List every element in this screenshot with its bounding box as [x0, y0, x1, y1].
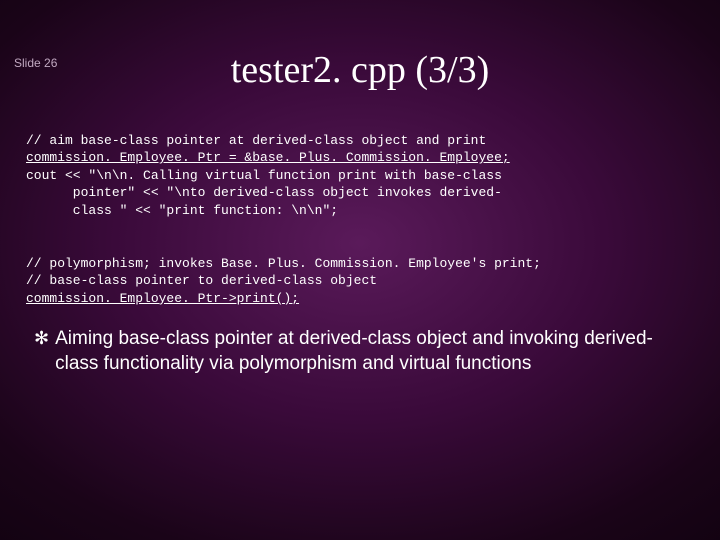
slide-number: Slide 26	[14, 56, 57, 70]
code-block-1: // aim base-class pointer at derived-cla…	[26, 114, 694, 219]
bullet-item: ✻ Aiming base-class pointer at derived-c…	[34, 327, 686, 376]
code-line: commission. Employee. Ptr = &base. Plus.…	[26, 150, 510, 165]
bullet-text: Aiming base-class pointer at derived-cla…	[55, 327, 686, 376]
code-block-2: // polymorphism; invokes Base. Plus. Com…	[26, 237, 694, 307]
slide-title: tester2. cpp (3/3)	[0, 48, 720, 92]
code-line: class " << "print function: \n\n";	[26, 203, 338, 218]
code-line: cout << "\n\n. Calling virtual function …	[26, 168, 502, 183]
code-line: // polymorphism; invokes Base. Plus. Com…	[26, 256, 541, 271]
code-line: commission. Employee. Ptr->print();	[26, 291, 299, 306]
code-line: pointer" << "\nto derived-class object i…	[26, 185, 502, 200]
code-line: // base-class pointer to derived-class o…	[26, 273, 377, 288]
asterisk-icon: ✻	[34, 327, 49, 350]
code-line: // aim base-class pointer at derived-cla…	[26, 133, 486, 148]
